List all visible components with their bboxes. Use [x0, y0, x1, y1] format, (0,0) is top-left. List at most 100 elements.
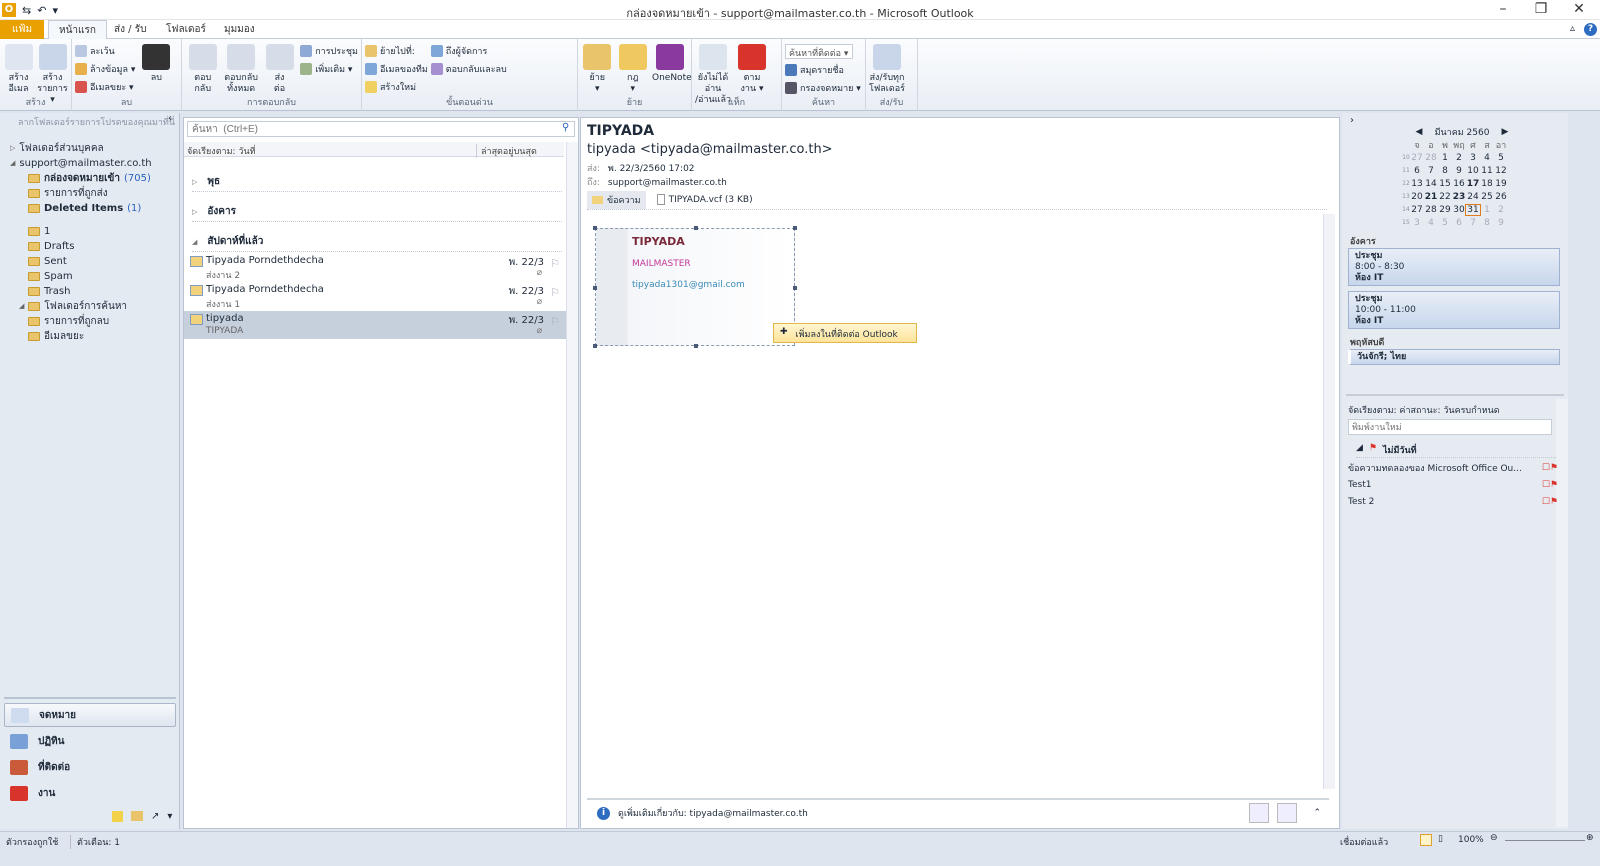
calendar-day[interactable]: 6: [1452, 218, 1466, 228]
expand-arrow-icon[interactable]: ◢: [10, 156, 15, 171]
folder-item[interactable]: ◢ โฟลเดอร์การค้นหา: [0, 299, 180, 314]
junk-button[interactable]: อีเมลขยะ ▾: [75, 80, 135, 94]
task-sort[interactable]: จัดเรียงตาม: ค่าสถานะ: วันครบกำหนด: [1348, 403, 1500, 417]
group-header[interactable]: ▷ พุธ: [192, 174, 562, 192]
reply-delete-button[interactable]: ตอบกลับและลบ: [430, 62, 507, 76]
calendar-day[interactable]: 1: [1480, 205, 1494, 215]
message-sender[interactable]: tipyada <tipyada@mailmaster.co.th>: [587, 142, 833, 157]
calendar-day[interactable]: 19: [1494, 179, 1508, 189]
to-recipient[interactable]: support@mailmaster.co.th: [608, 178, 727, 188]
zoom-level[interactable]: 100%: [1458, 835, 1484, 845]
folder-item[interactable]: Spam: [0, 269, 180, 284]
contact-photo-icon[interactable]: [1249, 803, 1270, 823]
holiday-event[interactable]: วันจักรี; ไทย: [1348, 349, 1560, 365]
to-manager-button[interactable]: ถึงผู้จัดการ: [430, 44, 507, 58]
move-to-button[interactable]: ย้ายไปที่:: [365, 44, 428, 58]
calendar-day[interactable]: 7: [1466, 218, 1480, 228]
flag-icon[interactable]: ⚐: [550, 315, 560, 328]
sort-order-button[interactable]: ล่าสุดอยู่บนสุด: [476, 144, 537, 158]
card-email[interactable]: tipyada1301@gmail.com: [632, 280, 745, 290]
search-icon[interactable]: ⚲: [562, 122, 569, 133]
business-card[interactable]: TIPYADA MAILMASTER tipyada1301@gmail.com: [593, 226, 797, 348]
resize-handle[interactable]: [593, 344, 597, 348]
flag-icon[interactable]: ⚐: [550, 286, 560, 299]
message-row[interactable]: tipyada TIPYADA พ. 22/3 ⌀ ⚐: [184, 311, 566, 339]
resize-handle[interactable]: [793, 286, 797, 290]
calendar-day[interactable]: 13: [1410, 179, 1424, 189]
expand-people-pane-icon[interactable]: ⌃: [1313, 808, 1321, 818]
tab-folder[interactable]: โฟลเดอร์: [156, 20, 216, 39]
address-book-button[interactable]: สมุดรายชื่อ: [785, 63, 861, 77]
contact-photo-icon[interactable]: [1277, 803, 1298, 823]
task-flag-icon[interactable]: ☐⚑: [1542, 480, 1558, 490]
shortcuts-icon[interactable]: ↗: [151, 811, 159, 822]
folder-item[interactable]: กล่องจดหมายเข้า (705): [0, 171, 180, 186]
calendar-day[interactable]: 16: [1452, 179, 1466, 189]
task-flag-icon[interactable]: ☐⚑: [1542, 497, 1558, 507]
nav-button-contacts[interactable]: ที่ติดต่อ: [4, 755, 176, 779]
collapse-arrow-icon[interactable]: ▷: [192, 208, 197, 216]
help-icon[interactable]: ?: [1584, 23, 1597, 36]
reading-scrollbar[interactable]: [1323, 214, 1335, 789]
folder-item[interactable]: Deleted Items (1): [0, 201, 180, 216]
group-header[interactable]: ▷ อังคาร: [192, 204, 562, 222]
collapse-arrow-icon[interactable]: ◢: [192, 238, 197, 246]
folder-item[interactable]: ◢ support@mailmaster.co.th: [0, 156, 180, 171]
task-item[interactable]: Test1 ☐⚑: [1348, 477, 1558, 493]
task-item[interactable]: Test 2 ☐⚑: [1348, 494, 1558, 510]
message-row[interactable]: Tipyada Porndethdecha ส่งงาน 2 พ. 22/3 ⌀ ⚐: [184, 253, 566, 281]
calendar-day[interactable]: 27: [1410, 153, 1424, 163]
calendar-day[interactable]: 7: [1424, 166, 1438, 176]
zoom-in-icon[interactable]: ⊕: [1586, 833, 1594, 843]
attachment-vcf[interactable]: TIPYADA.vcf (3 KB): [652, 192, 758, 207]
calendar-day[interactable]: 21: [1424, 192, 1438, 202]
new-task-input[interactable]: [1348, 419, 1552, 435]
group-header[interactable]: ◢ สัปดาห์ที่แล้ว: [192, 234, 562, 252]
calendar-day[interactable]: 9: [1494, 218, 1508, 228]
todo-splitter[interactable]: [1346, 394, 1564, 396]
calendar-day[interactable]: 5: [1438, 218, 1452, 228]
expand-arrow-icon[interactable]: ◢: [19, 299, 24, 314]
folder-item[interactable]: ▷ โฟลเดอร์ส่วนบุคคล: [0, 141, 180, 156]
resize-handle[interactable]: [793, 226, 797, 230]
calendar-day[interactable]: 8: [1480, 218, 1494, 228]
zoom-slider[interactable]: [1505, 840, 1585, 841]
reminders-status[interactable]: ตัวเตือน: 1: [70, 835, 120, 849]
restore-button[interactable]: ❐: [1526, 1, 1556, 17]
calendar-day[interactable]: 11: [1480, 166, 1494, 176]
meeting-button[interactable]: การประชุม: [300, 44, 358, 58]
tab-home[interactable]: หน้าแรก: [48, 20, 107, 40]
resize-handle[interactable]: [694, 226, 698, 230]
normal-view-icon[interactable]: [1420, 834, 1432, 846]
calendar-day[interactable]: 2: [1494, 205, 1508, 215]
tab-view[interactable]: มุมมอง: [214, 20, 265, 39]
folder-item[interactable]: Trash: [0, 284, 180, 299]
calendar-day[interactable]: 30: [1452, 205, 1466, 215]
calendar-day[interactable]: 28: [1424, 153, 1438, 163]
task-item[interactable]: ข้อความทดลองของ Microsoft Office Ou... ☐⚑: [1348, 460, 1558, 476]
resize-handle[interactable]: [593, 286, 597, 290]
calendar-day[interactable]: 17: [1466, 179, 1480, 189]
message-row[interactable]: Tipyada Porndethdecha ส่งงาน 1 พ. 22/3 ⌀ ⚐: [184, 282, 566, 310]
calendar-day[interactable]: 15: [1438, 179, 1452, 189]
calendar-day[interactable]: 4: [1480, 153, 1494, 163]
expand-todo-icon[interactable]: ›: [1350, 115, 1354, 126]
resize-handle[interactable]: [593, 226, 597, 230]
calendar-day[interactable]: 6: [1410, 166, 1424, 176]
nav-button-tasks[interactable]: งาน: [4, 781, 176, 805]
calendar-day[interactable]: 10: [1466, 166, 1480, 176]
calendar-day[interactable]: 29: [1438, 205, 1452, 215]
minimize-ribbon-icon[interactable]: ▵: [1570, 23, 1575, 34]
folder-list-icon[interactable]: [131, 811, 143, 821]
collapse-arrow-icon[interactable]: ▷: [192, 178, 197, 186]
folder-item[interactable]: Sent: [0, 254, 180, 269]
list-scrollbar[interactable]: [566, 142, 578, 828]
notes-icon[interactable]: [112, 811, 123, 822]
resize-handle[interactable]: [694, 344, 698, 348]
appointment[interactable]: ประชุม 8:00 - 8:30 ห้อง IT: [1348, 248, 1560, 286]
more-button[interactable]: เพิ่มเติม ▾: [300, 62, 358, 76]
task-flag-icon[interactable]: ☐⚑: [1542, 463, 1558, 473]
calendar-day[interactable]: 12: [1494, 166, 1508, 176]
calendar-day[interactable]: 27: [1410, 205, 1424, 215]
calendar-day[interactable]: 5: [1494, 153, 1508, 163]
